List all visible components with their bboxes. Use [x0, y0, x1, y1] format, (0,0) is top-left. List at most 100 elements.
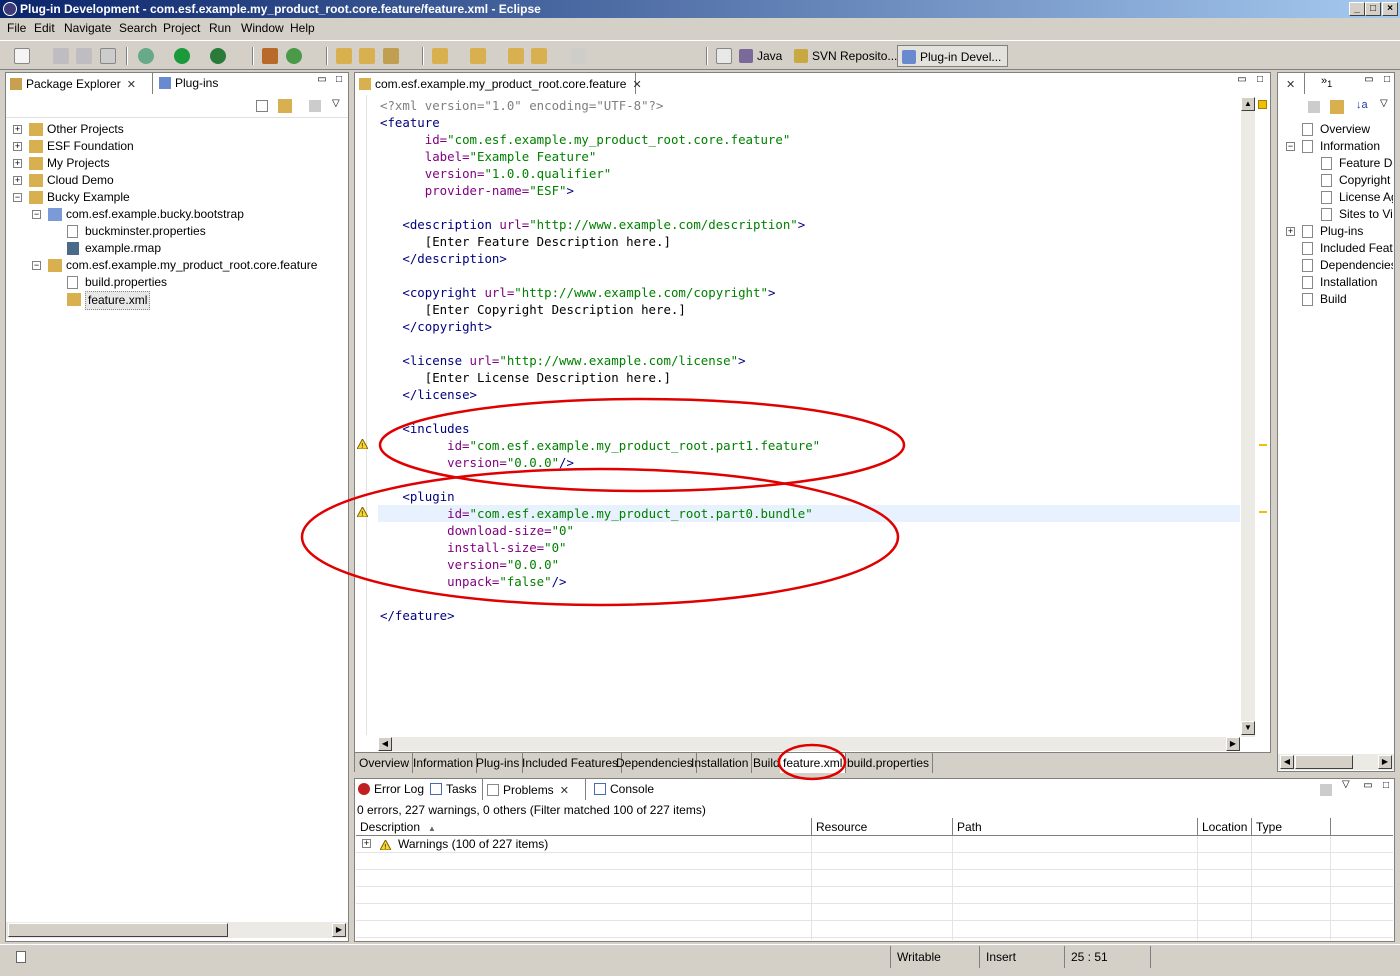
- scroll-right-icon[interactable]: ▶: [1378, 755, 1392, 769]
- scroll-up-icon[interactable]: ▲: [1241, 97, 1255, 111]
- perspective-java[interactable]: Java: [735, 45, 788, 67]
- code-line[interactable]: <?xml version="1.0" encoding="UTF-8"?>: [380, 97, 820, 114]
- code-line[interactable]: [380, 335, 820, 352]
- link-editor-icon[interactable]: [278, 99, 292, 113]
- editor-horizontal-scrollbar[interactable]: ◀ ▶: [378, 737, 1240, 751]
- menu-navigate[interactable]: Navigate: [59, 18, 116, 38]
- code-line[interactable]: download-size="0": [380, 522, 820, 539]
- code-line[interactable]: [Enter Copyright Description here.]: [380, 301, 820, 318]
- menu-edit[interactable]: Edit: [29, 18, 60, 38]
- editor-vertical-scrollbar[interactable]: ▲ ▼: [1241, 97, 1255, 737]
- view-menu-icon[interactable]: ▽: [1380, 98, 1388, 109]
- code-line[interactable]: </feature>: [380, 607, 820, 624]
- menu-file[interactable]: File: [2, 18, 31, 38]
- warning-marker-icon[interactable]: !: [357, 507, 368, 517]
- collapse-all-icon[interactable]: [256, 100, 268, 112]
- tab-error-log[interactable]: Error Log: [354, 778, 424, 800]
- filter-icon[interactable]: [1320, 784, 1332, 796]
- fast-view-icon[interactable]: [16, 951, 26, 963]
- maximize-editor-icon[interactable]: □: [1254, 75, 1266, 86]
- filter-icon[interactable]: [1308, 101, 1320, 113]
- scroll-left-icon[interactable]: ◀: [378, 737, 392, 751]
- external-tools-icon[interactable]: [210, 48, 226, 64]
- code-line[interactable]: [380, 199, 820, 216]
- code-line[interactable]: <license url="http://www.example.com/lic…: [380, 352, 820, 369]
- column-description[interactable]: Description ▲: [356, 818, 812, 836]
- code-line[interactable]: [Enter License Description here.]: [380, 369, 820, 386]
- code-line[interactable]: id="com.esf.example.my_product_root.part…: [380, 437, 820, 454]
- minimize-button[interactable]: _: [1349, 2, 1365, 16]
- save-icon[interactable]: [53, 48, 69, 64]
- column-resource[interactable]: Resource: [812, 818, 953, 836]
- more-views-icon[interactable]: »1: [1321, 75, 1332, 89]
- new-plugin-icon[interactable]: [262, 48, 278, 64]
- code-line[interactable]: <copyright url="http://www.example.com/c…: [380, 284, 820, 301]
- code-line[interactable]: </copyright>: [380, 318, 820, 335]
- warning-marker-icon[interactable]: !: [357, 439, 368, 449]
- scroll-right-icon[interactable]: ▶: [1226, 737, 1240, 751]
- scroll-left-icon[interactable]: ◀: [1280, 755, 1294, 769]
- print-icon[interactable]: [100, 48, 116, 64]
- tab-plugins[interactable]: Plug-ins: [155, 72, 235, 94]
- perspective-svn[interactable]: SVN Reposito...: [790, 45, 903, 67]
- menu-run[interactable]: Run: [204, 18, 236, 38]
- page-tab-plugins[interactable]: Plug-ins: [473, 753, 524, 773]
- run-icon[interactable]: [174, 48, 190, 64]
- back-icon[interactable]: [531, 48, 547, 64]
- maximize-view-icon[interactable]: □: [1380, 781, 1392, 792]
- code-line[interactable]: [380, 403, 820, 420]
- refresh-icon[interactable]: [286, 48, 302, 64]
- link-editor-icon[interactable]: [1330, 100, 1344, 114]
- explorer-horizontal-scrollbar[interactable]: ▶: [6, 922, 348, 938]
- column-path[interactable]: Path: [953, 818, 1198, 836]
- code-line[interactable]: unpack="false"/>: [380, 573, 820, 590]
- new-icon[interactable]: [14, 48, 30, 64]
- page-tab-feature-xml[interactable]: feature.xml: [780, 753, 847, 773]
- filter-icon[interactable]: [309, 100, 321, 112]
- tab-feature-editor[interactable]: com.esf.example.my_product_root.core.fea…: [354, 72, 642, 94]
- sort-icon[interactable]: ↓a: [1356, 99, 1368, 111]
- close-icon[interactable]: ✕: [1286, 74, 1295, 96]
- menu-search[interactable]: Search: [114, 18, 162, 38]
- code-line[interactable]: [380, 590, 820, 607]
- page-tab-dependencies[interactable]: Dependencies: [613, 753, 697, 773]
- next-annotation-icon[interactable]: [432, 48, 448, 64]
- table-row[interactable]: + ! Warnings (100 of 227 items): [356, 836, 1393, 853]
- open-type-icon[interactable]: [336, 48, 352, 64]
- code-line[interactable]: <plugin: [380, 488, 820, 505]
- page-tab-build-properties[interactable]: build.properties: [844, 753, 934, 773]
- menu-project[interactable]: Project: [158, 18, 205, 38]
- last-edit-icon[interactable]: [508, 48, 524, 64]
- code-line[interactable]: [380, 471, 820, 488]
- code-line[interactable]: version="0.0.0": [380, 556, 820, 573]
- page-tab-included-features[interactable]: Included Features: [519, 753, 623, 773]
- perspective-plugin-development[interactable]: Plug-in Devel...: [897, 45, 1009, 67]
- page-tab-information[interactable]: Information: [410, 753, 478, 773]
- minimize-view-icon[interactable]: ▭: [316, 75, 328, 86]
- page-tab-installation[interactable]: Installation: [688, 753, 753, 773]
- scroll-down-icon[interactable]: ▼: [1241, 721, 1255, 735]
- tab-problems[interactable]: Problems ✕: [482, 778, 586, 800]
- column-location[interactable]: Location: [1198, 818, 1252, 836]
- outline-horizontal-scrollbar[interactable]: ◀ ▶: [1278, 754, 1394, 770]
- menu-help[interactable]: Help: [285, 18, 320, 38]
- maximize-button[interactable]: □: [1365, 2, 1381, 16]
- close-icon[interactable]: ✕: [127, 74, 136, 96]
- search-icon[interactable]: [383, 48, 399, 64]
- view-menu-icon[interactable]: ▽: [1342, 779, 1350, 790]
- close-icon[interactable]: ✕: [632, 74, 641, 96]
- code-line[interactable]: </license>: [380, 386, 820, 403]
- menu-window[interactable]: Window: [236, 18, 289, 38]
- view-menu-icon[interactable]: ▽: [332, 98, 340, 109]
- minimize-view-icon[interactable]: ▭: [1362, 781, 1374, 792]
- forward-icon[interactable]: [570, 48, 586, 64]
- editor-text[interactable]: <?xml version="1.0" encoding="UTF-8"?> <f…: [380, 97, 820, 624]
- code-line[interactable]: version="1.0.0.qualifier": [380, 165, 820, 182]
- code-line[interactable]: label="Example Feature": [380, 148, 820, 165]
- tab-package-explorer[interactable]: Package Explorer ✕: [5, 72, 153, 94]
- column-type[interactable]: Type: [1252, 818, 1331, 836]
- tab-outline[interactable]: ✕: [1277, 72, 1305, 94]
- code-line[interactable]: id="com.esf.example.my_product_root.core…: [380, 131, 820, 148]
- tab-console[interactable]: Console: [590, 778, 662, 800]
- scroll-right-icon[interactable]: ▶: [332, 923, 346, 937]
